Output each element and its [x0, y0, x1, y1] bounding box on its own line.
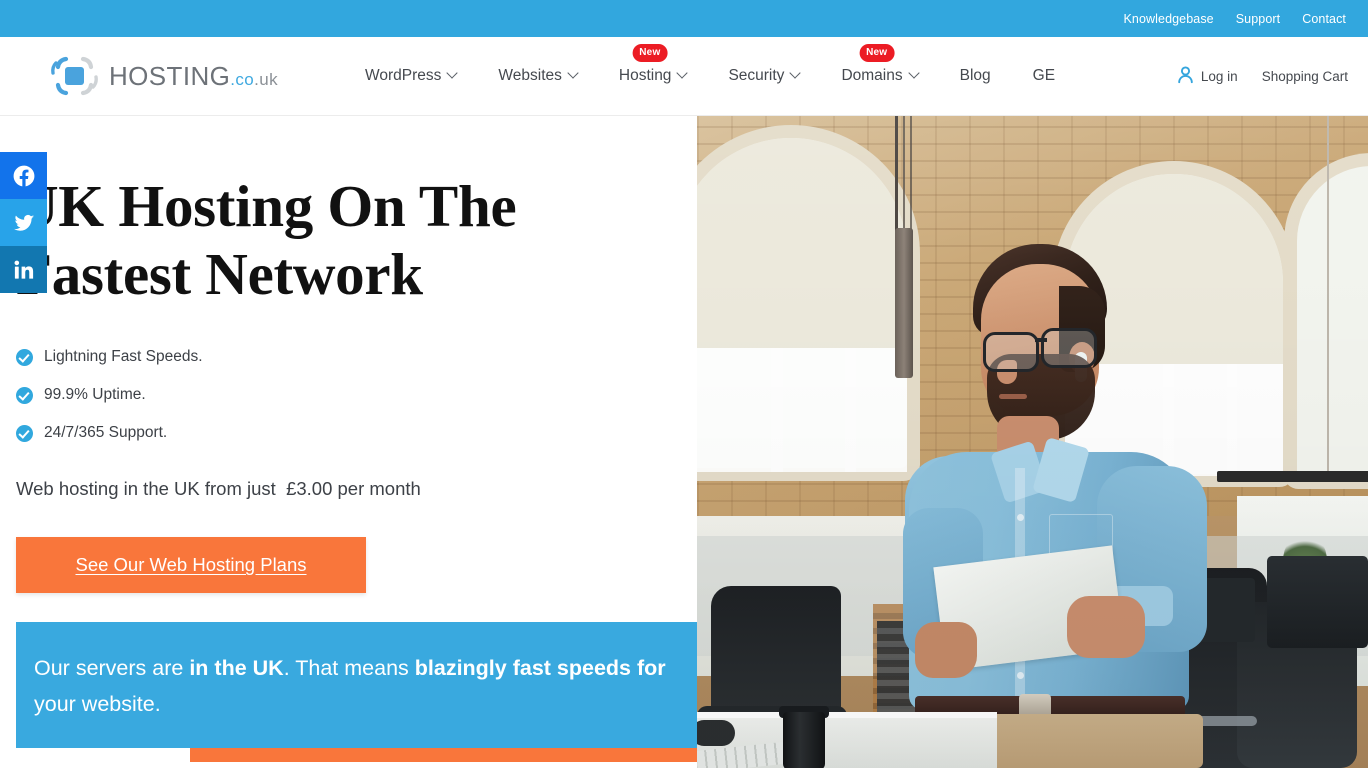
promo-banner: Our servers are in the UK. That means bl… [16, 622, 697, 748]
see-web-hosting-plans-button[interactable]: See Our Web Hosting Plans [16, 537, 366, 593]
share-facebook-button[interactable] [0, 152, 47, 199]
bullet-label: 24/7/365 Support. [44, 424, 168, 441]
hero-price-line: Web hosting in the UK from just £3.00 pe… [16, 478, 421, 499]
hero-section: UK Hosting On The Fastest Network Lightn… [0, 116, 1368, 768]
nav-item-get-started[interactable]: GE [1012, 67, 1076, 85]
top-utility-bar: Knowledgebase Support Contact [0, 0, 1368, 37]
share-linkedin-button[interactable] [0, 246, 47, 293]
list-item: 24/7/365 Support. [16, 414, 436, 452]
hero-heading-line-1: UK Hosting On The [16, 173, 517, 239]
new-badge: New [632, 44, 668, 62]
chevron-down-icon [676, 67, 689, 79]
hero-heading: UK Hosting On The Fastest Network [16, 172, 676, 308]
bullet-label: 99.9% Uptime. [44, 386, 146, 403]
user-icon [1177, 65, 1194, 87]
list-item: Lightning Fast Speeds. [16, 338, 436, 376]
main-navigation: WordPress Websites New Hosting Security … [344, 44, 1076, 85]
check-circle-icon [16, 424, 33, 442]
hero-image [697, 116, 1368, 768]
nav-item-wordpress[interactable]: WordPress [344, 67, 477, 85]
header-account-area: Log in Shopping Cart [1177, 65, 1348, 87]
promo-part-2: . That means [283, 656, 415, 680]
login-link[interactable]: Log in [1177, 65, 1238, 87]
topbar-link-support[interactable]: Support [1236, 12, 1280, 26]
nav-label: GE [1032, 67, 1056, 84]
promo-part-1: Our servers are [34, 656, 190, 680]
nav-label: Security [728, 67, 785, 84]
nav-label: Blog [959, 67, 991, 84]
hosting-logo-mark-icon [50, 53, 98, 99]
topbar-link-knowledgebase[interactable]: Knowledgebase [1123, 12, 1213, 26]
share-twitter-button[interactable] [0, 199, 47, 246]
hero-heading-line-2: Fastest Network [16, 241, 423, 307]
promo-part-3: your website. [34, 692, 161, 716]
logo-name: HOSTING [109, 60, 231, 91]
nav-label: Websites [498, 67, 562, 84]
nav-label: WordPress [365, 67, 442, 84]
logo-wordmark: HOSTING.co.uk [109, 61, 278, 92]
hero-content: UK Hosting On The Fastest Network Lightn… [0, 116, 697, 768]
logo-tld-co: .co [230, 69, 255, 89]
cta-label: See Our Web Hosting Plans [75, 554, 307, 575]
site-header: HOSTING.co.uk WordPress Websites New Hos… [0, 37, 1368, 116]
new-badge: New [859, 44, 895, 62]
check-circle-icon [16, 386, 33, 404]
nav-item-websites[interactable]: Websites [477, 67, 597, 85]
chevron-down-icon [907, 67, 920, 79]
orange-accent-strip [190, 748, 697, 762]
cart-label: Shopping Cart [1261, 68, 1348, 84]
check-circle-icon [16, 348, 33, 366]
hero-feature-list: Lightning Fast Speeds. 99.9% Uptime. 24/… [16, 338, 436, 452]
chevron-down-icon [567, 67, 579, 79]
shopping-cart-link[interactable]: Shopping Cart [1262, 69, 1348, 84]
list-item: 99.9% Uptime. [16, 376, 436, 414]
topbar-link-contact[interactable]: Contact [1302, 12, 1346, 26]
nav-item-blog[interactable]: Blog [939, 67, 1012, 85]
nav-item-hosting[interactable]: New Hosting [598, 44, 708, 85]
site-logo[interactable]: HOSTING.co.uk [50, 53, 278, 99]
photo-overlay [697, 116, 1368, 768]
login-label: Log in [1200, 68, 1238, 84]
promo-bold-1: in the UK [189, 656, 284, 680]
chevron-down-icon [789, 67, 802, 79]
nav-item-security[interactable]: Security [707, 67, 820, 85]
nav-label: Domains [841, 67, 903, 84]
nav-item-domains[interactable]: New Domains [820, 44, 938, 85]
promo-text: Our servers are in the UK. That means bl… [34, 650, 667, 722]
logo-tld-uk: .uk [254, 69, 279, 89]
bullet-label: Lightning Fast Speeds. [44, 348, 203, 365]
promo-bold-2: blazingly fast speeds for [414, 656, 666, 680]
nav-label: Hosting [618, 67, 672, 84]
social-share-rail [0, 152, 47, 293]
chevron-down-icon [446, 67, 459, 79]
